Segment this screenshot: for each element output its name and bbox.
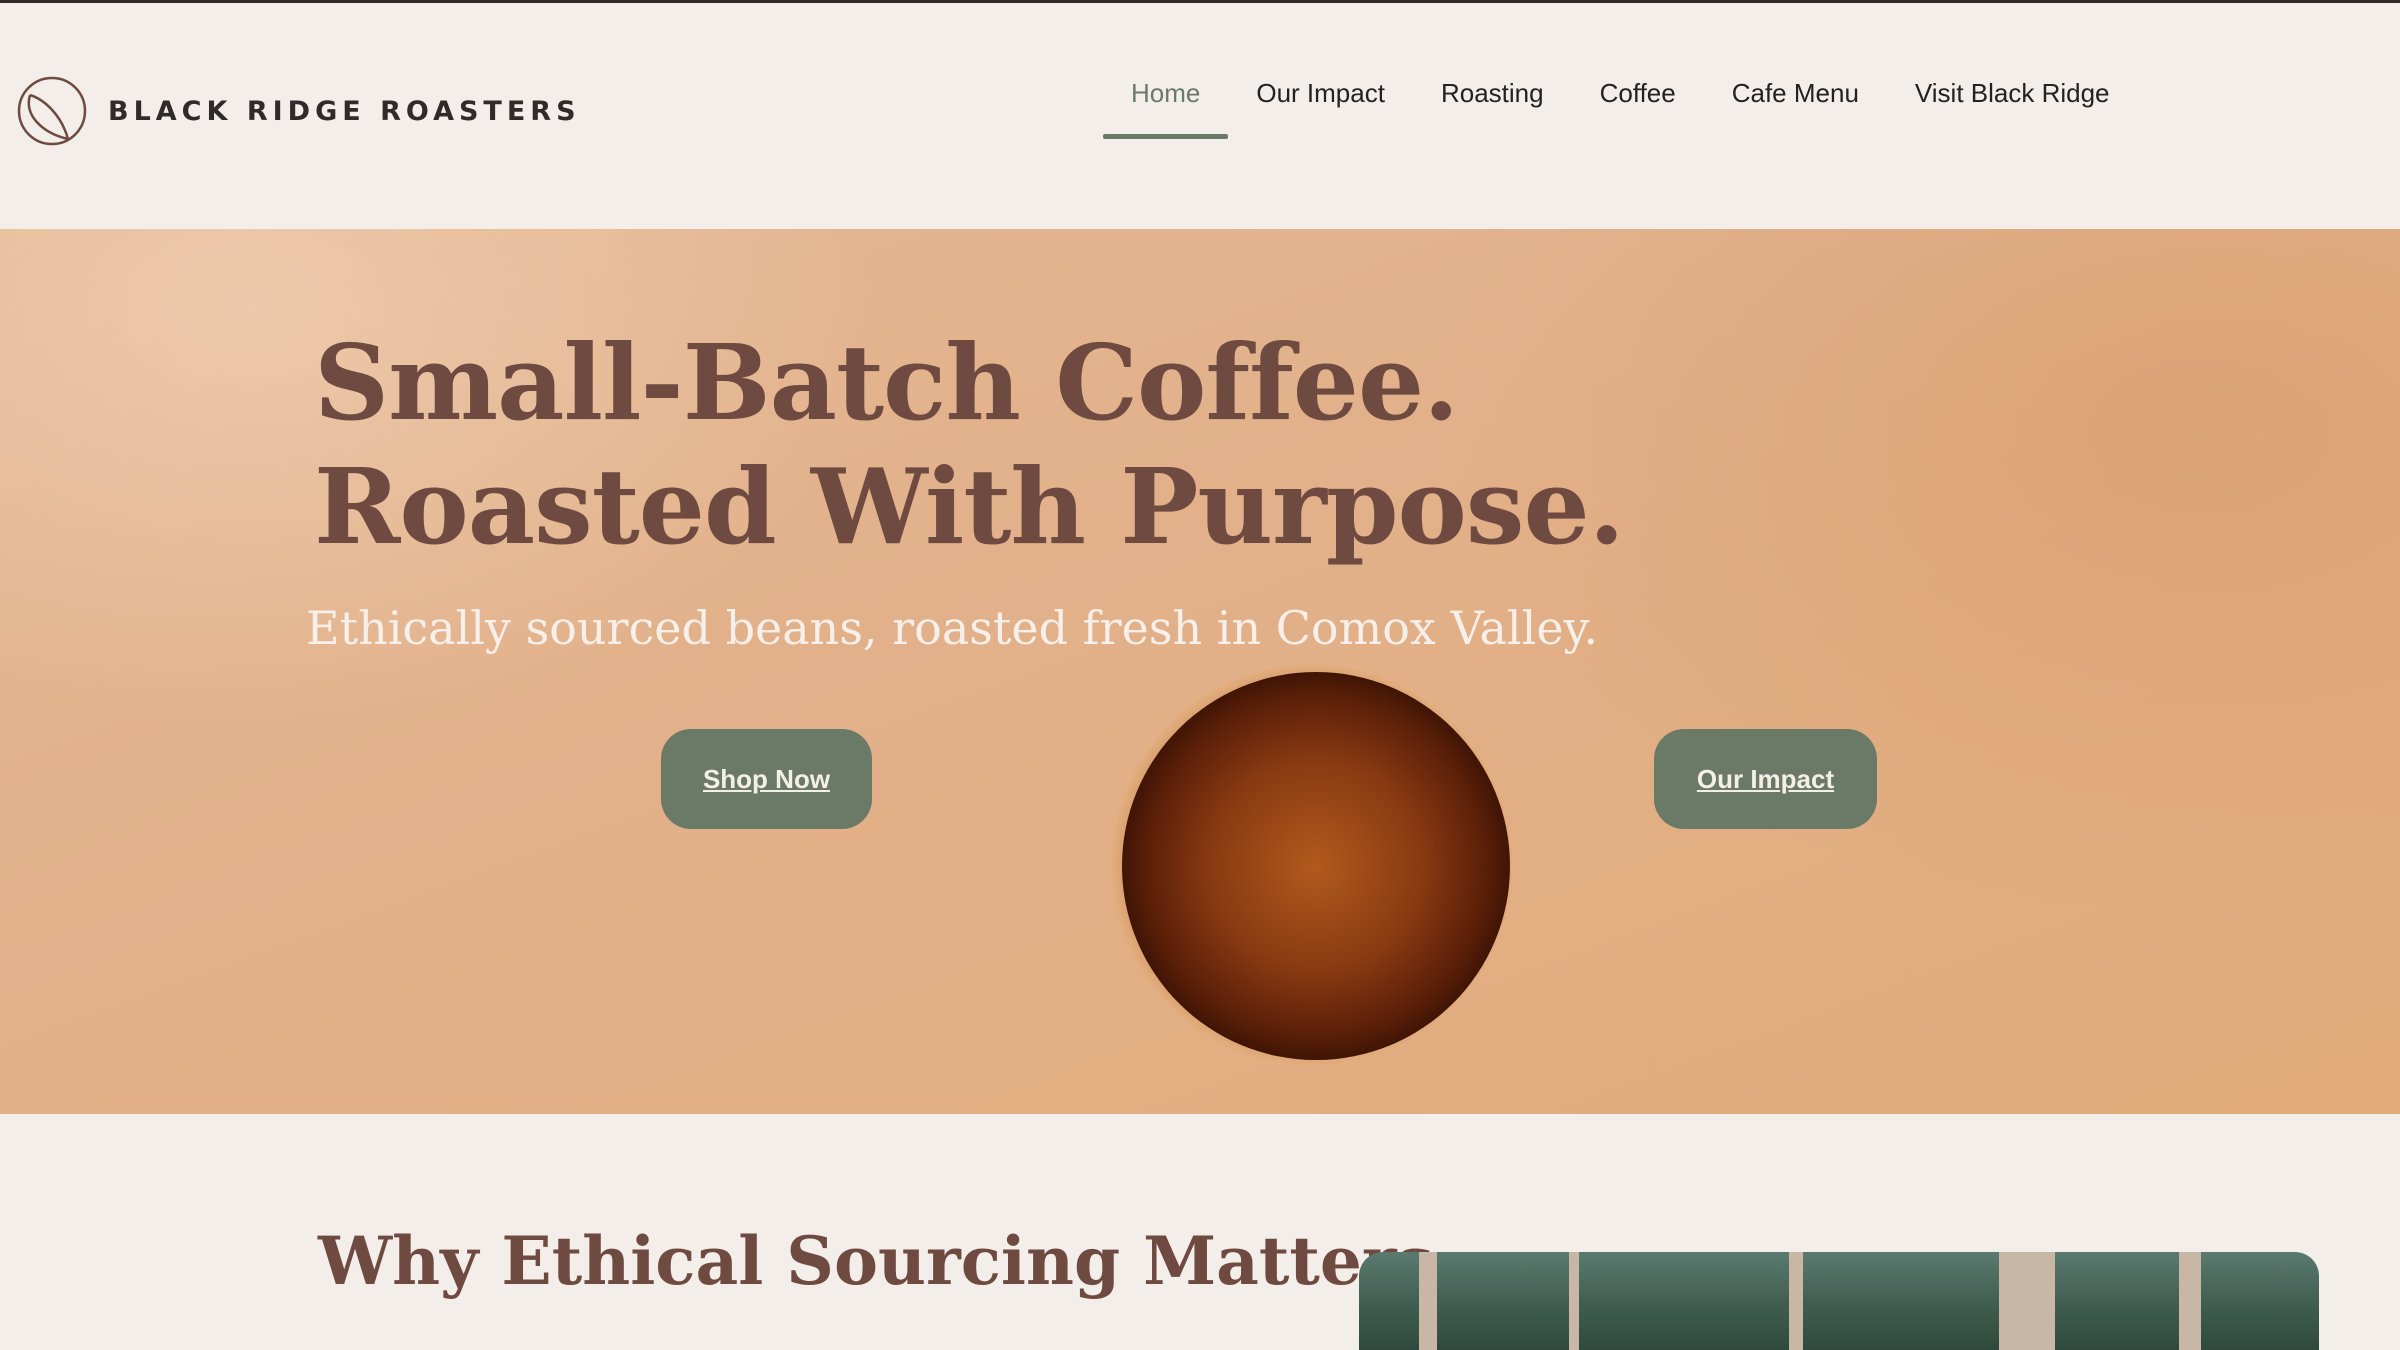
shop-now-button[interactable]: Shop Now [661, 729, 872, 829]
tree-trunk [1419, 1252, 1437, 1350]
main-nav: Home Our Impact Roasting Coffee Cafe Men… [1103, 58, 2138, 139]
coffee-cup-image [1122, 672, 1510, 1060]
brand-logo[interactable]: BLACK RIDGE ROASTERS [16, 75, 581, 147]
section-title: Why Ethical Sourcing Matters [318, 1222, 1434, 1300]
nav-item-roasting[interactable]: Roasting [1413, 58, 1572, 139]
nav-item-home[interactable]: Home [1103, 58, 1229, 139]
our-impact-button[interactable]: Our Impact [1654, 729, 1877, 829]
hero-title: Small-Batch Coffee. Roasted With Purpose… [314, 321, 1625, 569]
tree-trunk [2179, 1252, 2201, 1350]
hero-subtitle: Ethically sourced beans, roasted fresh i… [306, 601, 1599, 655]
tree-trunk [1569, 1252, 1579, 1350]
brand-name: BLACK RIDGE ROASTERS [108, 95, 581, 127]
tree-trunk [1999, 1252, 2055, 1350]
coffee-bean-icon [17, 76, 87, 146]
forest-image [1359, 1252, 2319, 1350]
hero-title-line-2: Roasted With Purpose. [314, 445, 1625, 568]
nav-item-coffee[interactable]: Coffee [1572, 58, 1704, 139]
nav-item-our-impact[interactable]: Our Impact [1228, 58, 1413, 139]
site-header: BLACK RIDGE ROASTERS Home Our Impact Roa… [0, 3, 2400, 229]
hero-title-line-1: Small-Batch Coffee. [314, 321, 1459, 444]
nav-item-cafe-menu[interactable]: Cafe Menu [1704, 58, 1887, 139]
nav-item-visit-black-ridge[interactable]: Visit Black Ridge [1887, 58, 2138, 139]
tree-trunk [1789, 1252, 1803, 1350]
